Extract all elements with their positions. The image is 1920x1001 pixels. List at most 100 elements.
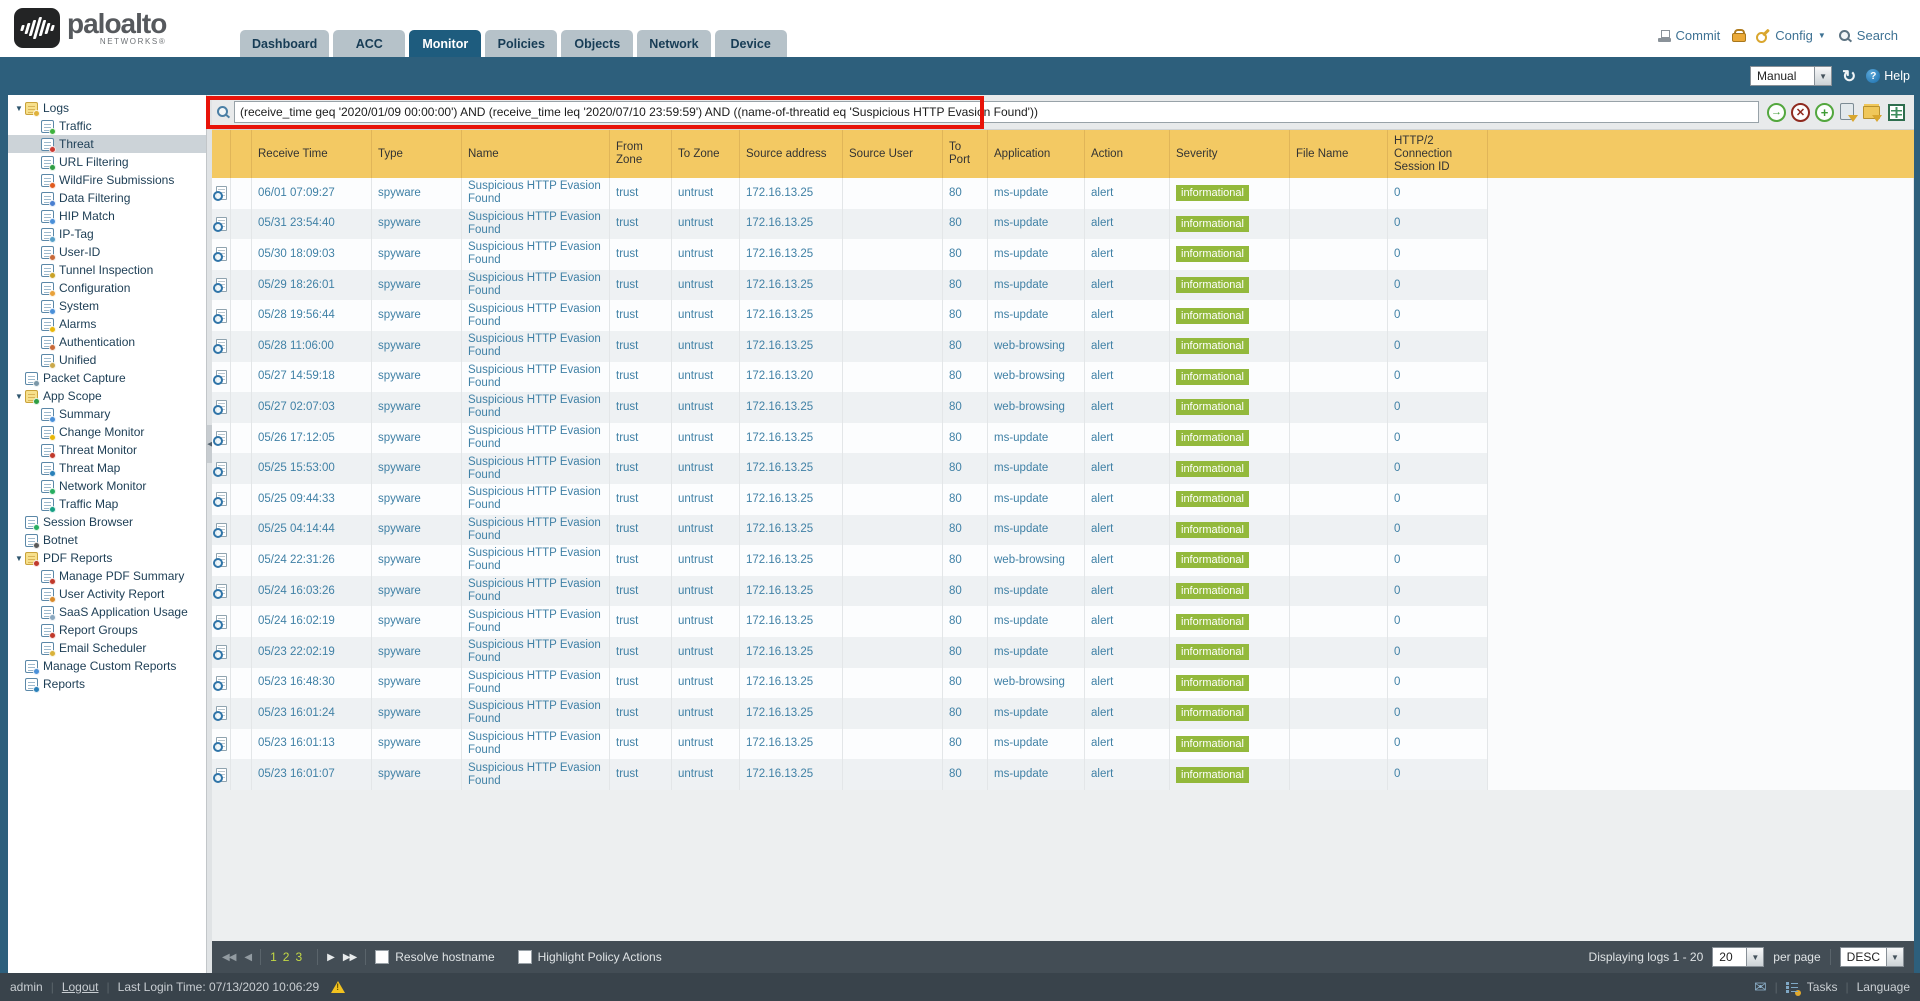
column-header-blank[interactable]	[231, 130, 252, 178]
resolve-hostname-checkbox[interactable]	[375, 950, 389, 964]
column-header-source-address[interactable]: Source address	[740, 130, 843, 178]
tab-device[interactable]: Device	[715, 30, 787, 57]
search-button[interactable]: Search	[1838, 28, 1898, 43]
help-button[interactable]: ? Help	[1866, 69, 1910, 83]
language-link[interactable]: Language	[1857, 980, 1910, 994]
log-detail-magnifier-icon[interactable]	[216, 278, 227, 292]
column-header-blank[interactable]	[1488, 130, 1914, 178]
sidebar-item-logs[interactable]: ▼Logs	[8, 99, 206, 117]
sidebar-item-authentication[interactable]: Authentication	[8, 333, 206, 351]
add-filter-icon[interactable]: +	[1815, 103, 1834, 122]
sidebar-item-network-monitor[interactable]: Network Monitor	[8, 477, 206, 495]
column-header-type[interactable]: Type	[372, 130, 462, 178]
log-detail-magnifier-icon[interactable]	[216, 462, 227, 476]
commit-button[interactable]: Commit	[1658, 28, 1721, 43]
page-number-2[interactable]: 2	[283, 950, 290, 964]
tree-expand-icon[interactable]: ▼	[13, 392, 25, 401]
logout-link[interactable]: Logout	[62, 980, 99, 994]
tasks-icon[interactable]	[1786, 981, 1799, 994]
sidebar-item-system[interactable]: System	[8, 297, 206, 315]
column-header-blank[interactable]	[212, 130, 231, 178]
log-detail-magnifier-icon[interactable]	[216, 706, 227, 720]
clear-filter-icon[interactable]: ✕	[1791, 103, 1810, 122]
tab-monitor[interactable]: Monitor	[409, 30, 481, 57]
log-detail-magnifier-icon[interactable]	[216, 247, 227, 261]
sidebar-item-pdf-reports[interactable]: ▼PDF Reports	[8, 549, 206, 567]
log-detail-magnifier-icon[interactable]	[216, 492, 227, 506]
tab-acc[interactable]: ACC	[333, 30, 405, 57]
log-detail-magnifier-icon[interactable]	[216, 370, 227, 384]
column-header-to-zone[interactable]: To Zone	[672, 130, 740, 178]
sidebar-item-threat-map[interactable]: Threat Map	[8, 459, 206, 477]
log-detail-magnifier-icon[interactable]	[216, 615, 227, 629]
log-detail-magnifier-icon[interactable]	[216, 676, 227, 690]
sidebar-item-manage-pdf-summary[interactable]: Manage PDF Summary	[8, 567, 206, 585]
log-detail-magnifier-icon[interactable]	[216, 400, 227, 414]
tasks-link[interactable]: Tasks	[1807, 980, 1838, 994]
sidebar-item-session-browser[interactable]: Session Browser	[8, 513, 206, 531]
log-detail-magnifier-icon[interactable]	[216, 645, 227, 659]
tab-dashboard[interactable]: Dashboard	[240, 30, 329, 57]
column-header-action[interactable]: Action	[1085, 130, 1170, 178]
refresh-mode-select[interactable]: Manual ▼	[1750, 66, 1832, 86]
page-number-1[interactable]: 1	[270, 950, 277, 964]
alarms-envelope-icon[interactable]: ✉	[1754, 978, 1767, 996]
sidebar-item-saas-application-usage[interactable]: SaaS Application Usage	[8, 603, 206, 621]
column-header-severity[interactable]: Severity	[1170, 130, 1290, 178]
sidebar-item-hip-match[interactable]: HIP Match	[8, 207, 206, 225]
sidebar-item-traffic[interactable]: Traffic	[8, 117, 206, 135]
export-to-csv-icon[interactable]	[1887, 103, 1906, 122]
sidebar-item-reports[interactable]: Reports	[8, 675, 206, 693]
column-header-to-port[interactable]: To Port	[943, 130, 988, 178]
log-detail-magnifier-icon[interactable]	[216, 309, 227, 323]
column-header-http-2-connection-session-id[interactable]: HTTP/2 Connection Session ID	[1388, 130, 1488, 178]
per-page-select[interactable]: 20 ▼	[1712, 947, 1764, 967]
sidebar-item-packet-capture[interactable]: Packet Capture	[8, 369, 206, 387]
last-page-icon[interactable]: ▶▶	[343, 952, 356, 963]
sidebar-item-alarms[interactable]: Alarms	[8, 315, 206, 333]
sidebar-item-email-scheduler[interactable]: Email Scheduler	[8, 639, 206, 657]
sidebar-item-traffic-map[interactable]: Traffic Map	[8, 495, 206, 513]
sidebar-item-url-filtering[interactable]: URL Filtering	[8, 153, 206, 171]
apply-filter-icon[interactable]: →	[1767, 103, 1786, 122]
sidebar-item-threat[interactable]: Threat	[8, 135, 206, 153]
log-detail-magnifier-icon[interactable]	[216, 737, 227, 751]
log-detail-magnifier-icon[interactable]	[216, 768, 227, 782]
column-header-source-user[interactable]: Source User	[843, 130, 943, 178]
sidebar-item-threat-monitor[interactable]: Threat Monitor	[8, 441, 206, 459]
log-detail-magnifier-icon[interactable]	[216, 431, 227, 445]
log-detail-magnifier-icon[interactable]	[216, 217, 227, 231]
lock-icon[interactable]	[1732, 29, 1744, 42]
sidebar-item-user-id[interactable]: User-ID	[8, 243, 206, 261]
column-header-receive-time[interactable]: Receive Time	[252, 130, 372, 178]
save-filter-icon[interactable]	[1839, 103, 1858, 122]
sidebar-item-report-groups[interactable]: Report Groups	[8, 621, 206, 639]
log-filter-input[interactable]	[234, 101, 1759, 123]
column-header-name[interactable]: Name	[462, 130, 610, 178]
load-filter-icon[interactable]	[1863, 103, 1882, 122]
tab-policies[interactable]: Policies	[485, 30, 557, 57]
sidebar-item-wildfire-submissions[interactable]: WildFire Submissions	[8, 171, 206, 189]
first-page-icon[interactable]: ◀◀	[222, 952, 235, 963]
refresh-icon[interactable]: ↻	[1842, 68, 1856, 85]
log-detail-magnifier-icon[interactable]	[216, 553, 227, 567]
tab-objects[interactable]: Objects	[561, 30, 633, 57]
sidebar-item-summary[interactable]: Summary	[8, 405, 206, 423]
sidebar-item-tunnel-inspection[interactable]: Tunnel Inspection	[8, 261, 206, 279]
sort-order-select[interactable]: DESC ▼	[1840, 947, 1904, 967]
tab-network[interactable]: Network	[637, 30, 710, 57]
sidebar-item-configuration[interactable]: Configuration	[8, 279, 206, 297]
column-header-application[interactable]: Application	[988, 130, 1085, 178]
tree-expand-icon[interactable]: ▼	[13, 104, 25, 113]
warning-icon[interactable]	[331, 981, 345, 993]
log-detail-magnifier-icon[interactable]	[216, 339, 227, 353]
sidebar-item-user-activity-report[interactable]: User Activity Report	[8, 585, 206, 603]
log-detail-magnifier-icon[interactable]	[216, 584, 227, 598]
log-detail-magnifier-icon[interactable]	[216, 523, 227, 537]
column-header-from-zone[interactable]: From Zone	[610, 130, 672, 178]
tree-expand-icon[interactable]: ▼	[13, 554, 25, 563]
sidebar-item-change-monitor[interactable]: Change Monitor	[8, 423, 206, 441]
next-page-icon[interactable]: ▶	[327, 952, 334, 963]
sidebar-item-unified[interactable]: Unified	[8, 351, 206, 369]
highlight-policy-actions-checkbox[interactable]	[518, 950, 532, 964]
